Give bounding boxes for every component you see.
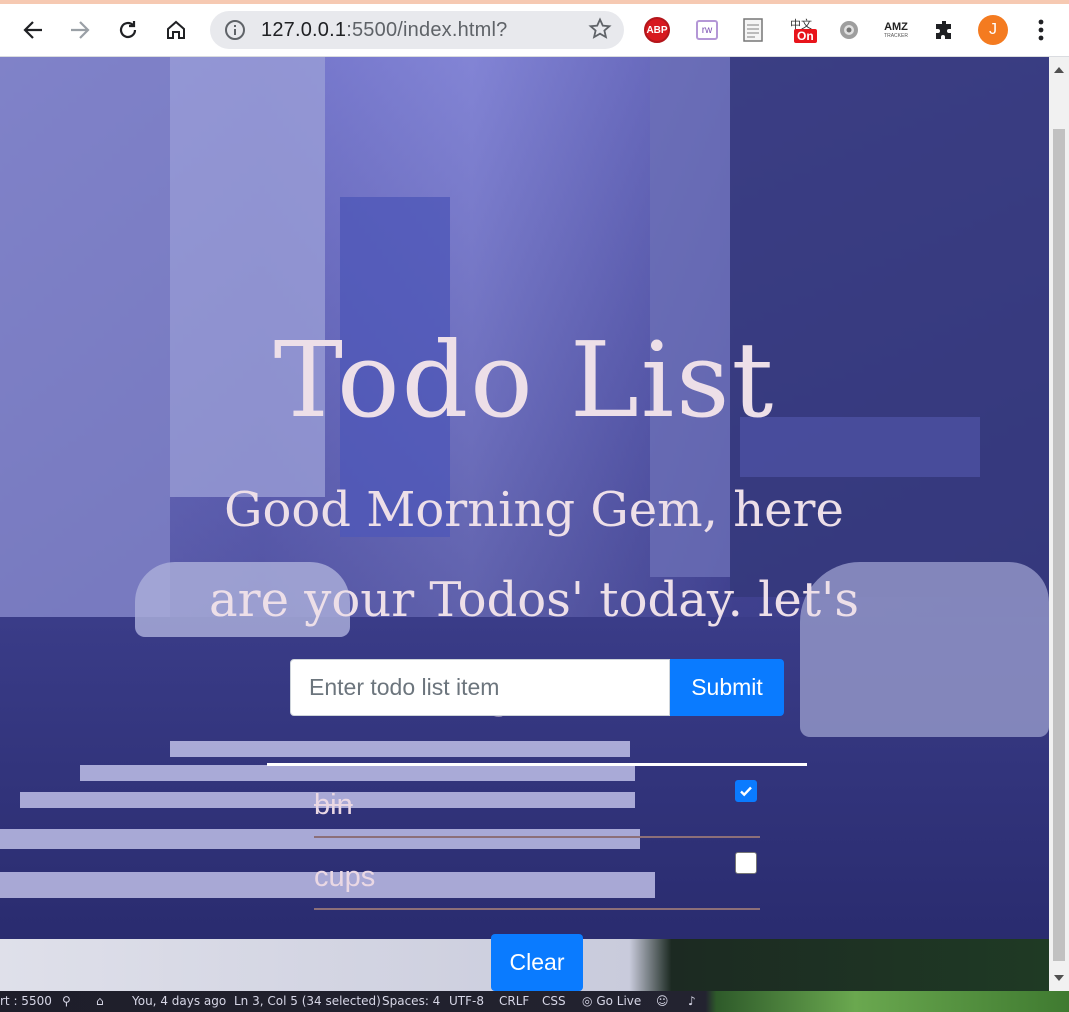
- feedback-icon[interactable]: ☺: [656, 994, 669, 1008]
- editor-status-bar: rt : 5500 ⚲ ⌂ You, 4 days ago Ln 3, Col …: [0, 991, 1069, 1012]
- profile-avatar[interactable]: J: [976, 13, 1010, 47]
- scrollbar-thumb[interactable]: [1053, 129, 1065, 961]
- todo-item-text: bin: [314, 789, 353, 821]
- page-title: Todo List: [273, 319, 776, 441]
- url-text: 127.0.0.1:5500/index.html?: [261, 19, 508, 42]
- checkmark-icon: [740, 786, 752, 797]
- on-label: On: [794, 29, 817, 43]
- status-encoding[interactable]: UTF-8: [449, 994, 484, 1008]
- home-icon: [167, 20, 185, 39]
- back-button[interactable]: [16, 13, 50, 47]
- kebab-menu-icon[interactable]: [1027, 16, 1055, 44]
- go-live-label: Go Live: [596, 994, 642, 1008]
- todo-item: cups: [314, 838, 760, 910]
- amz-sublabel: TRACKER: [884, 32, 908, 39]
- site-info-icon[interactable]: [224, 19, 246, 45]
- clear-button[interactable]: Clear: [491, 934, 583, 991]
- notification-bell-icon[interactable]: ♪: [688, 994, 696, 1008]
- status-eol[interactable]: CRLF: [499, 994, 529, 1008]
- status-git-blame[interactable]: You, 4 days ago: [132, 994, 226, 1008]
- todo-checkbox-unchecked[interactable]: [735, 852, 757, 874]
- person-icon: ⚲: [62, 994, 71, 1008]
- rw-extension-icon[interactable]: rw: [693, 16, 721, 44]
- status-cursor[interactable]: Ln 3, Col 5 (34 selected): [234, 994, 381, 1008]
- home-button[interactable]: [159, 13, 193, 47]
- avatar-letter: J: [978, 15, 1008, 45]
- todo-item: bin: [314, 766, 760, 838]
- status-port[interactable]: rt : 5500: [0, 994, 52, 1008]
- todo-item-text: cups: [314, 861, 376, 893]
- status-spaces[interactable]: Spaces: 4: [382, 994, 440, 1008]
- document-icon[interactable]: [739, 16, 767, 44]
- bell-icon: ⌂: [96, 994, 104, 1008]
- address-bar[interactable]: 127.0.0.1:5500/index.html?: [210, 11, 624, 49]
- forward-arrow-icon: [71, 21, 90, 39]
- crosswalk-stripe: [170, 741, 630, 757]
- adblock-plus-icon[interactable]: ABP: [643, 16, 671, 44]
- on-toggle-extension-icon[interactable]: 中文 On: [790, 16, 818, 44]
- submit-button[interactable]: Submit: [670, 659, 784, 716]
- url-path: :5500/index.html?: [346, 19, 508, 41]
- scroll-down-arrow-icon[interactable]: [1054, 975, 1064, 981]
- page-viewport: Todo List Good Morning Gem, here are you…: [0, 57, 1049, 991]
- amz-label: AMZ: [884, 20, 908, 33]
- rw-label: rw: [696, 20, 718, 40]
- reload-button[interactable]: [111, 13, 145, 47]
- back-arrow-icon: [23, 21, 42, 39]
- browser-toolbar: 127.0.0.1:5500/index.html? ABP rw 中文 On …: [0, 4, 1069, 57]
- bookmark-star-icon[interactable]: [588, 17, 612, 45]
- puzzle-icon[interactable]: [931, 16, 959, 44]
- todo-checkbox-checked[interactable]: [735, 780, 757, 802]
- url-host: 127.0.0.1: [261, 19, 347, 41]
- gear-extension-icon[interactable]: [835, 16, 863, 44]
- abp-label: ABP: [644, 17, 670, 43]
- go-live-status[interactable]: ◎ Go Live: [582, 994, 641, 1008]
- status-language[interactable]: CSS: [542, 994, 566, 1008]
- broadcast-icon: ◎: [582, 994, 593, 1008]
- forward-button[interactable]: [63, 13, 97, 47]
- todo-input[interactable]: [290, 659, 670, 716]
- scrollbar[interactable]: [1049, 57, 1069, 991]
- reload-icon: [119, 21, 137, 39]
- amz-tracker-icon[interactable]: AMZ TRACKER: [882, 16, 910, 44]
- scroll-up-arrow-icon[interactable]: [1054, 67, 1064, 73]
